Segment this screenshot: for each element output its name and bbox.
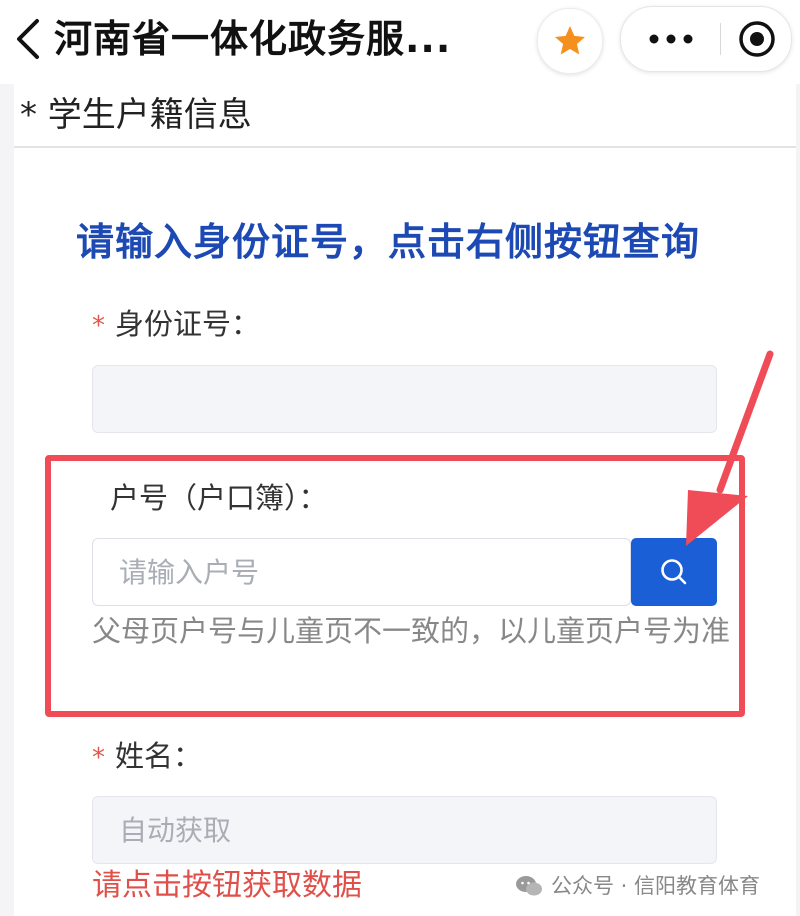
star-icon	[555, 26, 585, 55]
favorite-button[interactable]	[537, 8, 603, 74]
id-number-label-text: 身份证号：	[115, 307, 261, 341]
household-hint-text: 父母页户号与儿童页不一致的，以儿童页户号为准	[92, 614, 731, 648]
name-label: * 姓名：	[92, 736, 202, 778]
id-number-input[interactable]	[92, 365, 717, 433]
chevron-left-icon	[17, 19, 39, 59]
more-dots-icon	[649, 34, 693, 44]
top-nav-bar: 河南省一体化政务服...	[0, 0, 800, 84]
required-mark: *	[92, 311, 105, 341]
close-miniapp-button[interactable]	[725, 7, 789, 71]
page-title: 河南省一体化政务服...	[54, 17, 452, 61]
watermark: 公众号 · 信阳教育体育	[515, 870, 760, 902]
household-number-input[interactable]	[92, 538, 631, 606]
household-number-label: 户号（户口簿）：	[110, 481, 328, 515]
wechat-icon	[515, 875, 543, 897]
section-header: * 学生户籍信息	[14, 84, 796, 148]
form-card: * 学生户籍信息 请输入身份证号，点击右侧按钮查询 * 身份证号： 户号（户口簿）…	[14, 84, 796, 916]
capsule-divider	[720, 23, 721, 55]
name-input[interactable]	[92, 796, 717, 864]
name-label-text: 姓名：	[115, 739, 203, 773]
search-icon	[661, 559, 687, 585]
id-number-label: * 身份证号：	[92, 304, 260, 346]
search-button[interactable]	[631, 538, 717, 606]
back-button[interactable]	[10, 14, 46, 64]
section-title: * 学生户籍信息	[20, 95, 252, 135]
instruction-text: 请输入身份证号，点击右侧按钮查询	[76, 220, 701, 264]
miniapp-capsule	[620, 6, 792, 72]
fetch-data-error: 请点击按钮获取数据	[92, 868, 362, 903]
watermark-text: 公众号 · 信阳教育体育	[551, 874, 761, 898]
more-button[interactable]	[629, 7, 713, 71]
required-mark: *	[92, 743, 105, 773]
target-close-icon	[739, 21, 775, 57]
